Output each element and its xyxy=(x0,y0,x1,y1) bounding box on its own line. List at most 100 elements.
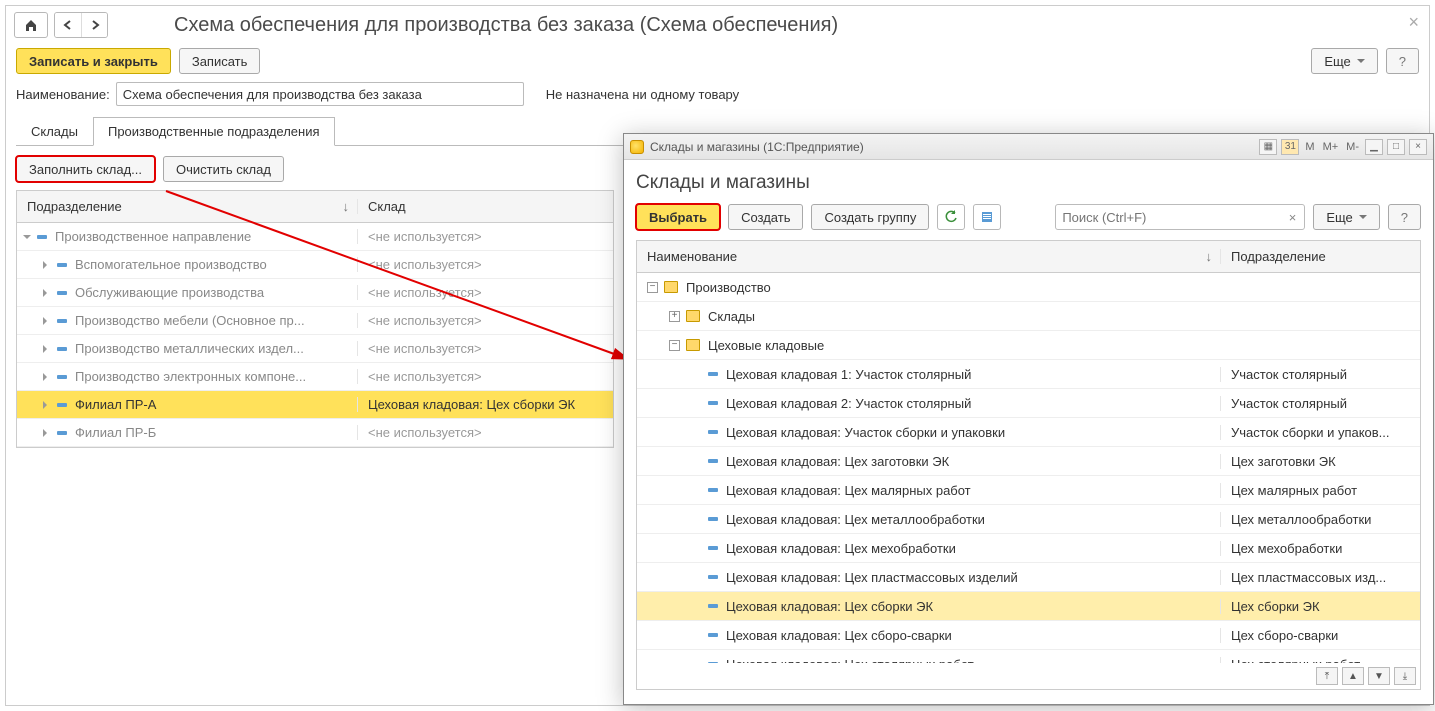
tree-row-label: Филиал ПР-Б xyxy=(75,425,156,440)
nav-back-button[interactable] xyxy=(55,13,81,37)
col-dept-header[interactable]: Подразделение xyxy=(27,199,122,214)
node-icon xyxy=(57,375,67,379)
name-input[interactable]: Схема обеспечения для производства без з… xyxy=(116,82,524,106)
help-button[interactable] xyxy=(1386,48,1419,74)
calc-icon[interactable]: ▦ xyxy=(1259,139,1277,155)
list-row[interactable]: Цеховая кладовая: Цех мехобработки Цех ме… xyxy=(637,534,1420,563)
popup-sort-icon[interactable]: ↓ xyxy=(1206,249,1213,264)
list-row[interactable]: Цеховая кладовая: Цех заготовки ЭКЦех за… xyxy=(637,447,1420,476)
tree-row[interactable]: Производство металлических издел...<не и… xyxy=(17,335,613,363)
minimize-icon[interactable]: ▁ xyxy=(1365,139,1383,155)
close-icon[interactable]: × xyxy=(1408,12,1419,33)
tree-row[interactable]: Филиал ПР-Б<не используется> xyxy=(17,419,613,447)
sort-indicator-icon[interactable]: ↓ xyxy=(343,199,350,214)
mem-mplus[interactable]: M+ xyxy=(1321,141,1341,153)
list-row[interactable]: Цеховая кладовая: Цех сборки ЭКЦех сборк… xyxy=(637,592,1420,621)
tree-row[interactable]: Вспомогательное производство <не использу… xyxy=(17,251,613,279)
calendar-icon[interactable]: 31 xyxy=(1281,139,1299,155)
name-label: Наименование: xyxy=(16,87,110,102)
fill-warehouse-button[interactable]: Заполнить склад... xyxy=(16,156,155,182)
row-name: Цеховая кладовая: Цех малярных работ xyxy=(726,483,971,498)
folder-icon xyxy=(664,281,678,293)
popup-close-icon[interactable]: × xyxy=(1409,139,1427,155)
popup-window-title: Склады и магазины (1С:Предприятие) xyxy=(650,140,864,154)
scroll-top-icon[interactable]: ⤒ xyxy=(1316,667,1338,685)
mem-mminus[interactable]: M- xyxy=(1344,141,1361,153)
list-row[interactable]: Цеховая кладовая: Цех малярных работЦех … xyxy=(637,476,1420,505)
expand-icon[interactable] xyxy=(43,289,51,297)
col-wh-header[interactable]: Склад xyxy=(368,199,406,214)
maximize-icon[interactable]: □ xyxy=(1387,139,1405,155)
scroll-bottom-icon[interactable]: ⤓ xyxy=(1394,667,1416,685)
create-group-button[interactable]: Создать группу xyxy=(811,204,929,230)
collapse-icon[interactable] xyxy=(23,235,31,243)
scroll-up-icon[interactable]: ▲ xyxy=(1342,667,1364,685)
more-button[interactable]: Еще xyxy=(1311,48,1377,74)
list-row[interactable]: Цеховая кладовая: Цех сборо-сваркиЦех сб… xyxy=(637,621,1420,650)
list-row[interactable]: − Цеховые кладовые xyxy=(637,331,1420,360)
collapse-icon[interactable]: − xyxy=(669,340,680,351)
row-dept: Участок столярный xyxy=(1220,367,1420,382)
tree-row[interactable]: Производство электронных компоне...<не и… xyxy=(17,363,613,391)
tree-row-label: Вспомогательное производство xyxy=(75,257,267,272)
list-row[interactable]: Цеховая кладовая 1: Участок столярный Уча… xyxy=(637,360,1420,389)
dept-tree-table: Подразделение ↓ Склад Производственное н… xyxy=(16,190,614,448)
row-name: Цеховые кладовые xyxy=(708,338,824,353)
clear-warehouse-button[interactable]: Очистить склад xyxy=(163,156,284,182)
collapse-icon[interactable]: − xyxy=(647,282,658,293)
popup-titlebar[interactable]: Склады и магазины (1С:Предприятие) ▦ 31 … xyxy=(624,134,1433,160)
expand-icon[interactable]: + xyxy=(669,311,680,322)
node-icon xyxy=(37,235,47,239)
popup-col-name[interactable]: Наименование xyxy=(647,249,737,264)
home-button[interactable] xyxy=(14,12,48,38)
list-row[interactable]: Цеховая кладовая: Участок сборки и упако… xyxy=(637,418,1420,447)
tree-row[interactable]: Обслуживающие производства<не использует… xyxy=(17,279,613,307)
list-row[interactable]: Цеховая кладовая: Цех пластмассовых изде… xyxy=(637,563,1420,592)
list-row[interactable]: Цеховая кладовая: Цех металлообработкиЦе… xyxy=(637,505,1420,534)
refresh-icon[interactable] xyxy=(937,204,965,230)
node-icon xyxy=(57,319,67,323)
select-button[interactable]: Выбрать xyxy=(636,204,720,230)
nav-forward-button[interactable] xyxy=(81,13,107,37)
tree-row-warehouse: <не используется> xyxy=(357,257,613,272)
list-row[interactable]: +Склады xyxy=(637,302,1420,331)
expand-icon[interactable] xyxy=(43,373,51,381)
row-name: Цеховая кладовая 2: Участок столярный xyxy=(726,396,971,411)
scroll-down-icon[interactable]: ▼ xyxy=(1368,667,1390,685)
item-icon xyxy=(708,459,718,463)
popup-help-button[interactable] xyxy=(1388,204,1421,230)
expand-icon[interactable] xyxy=(43,429,51,437)
list-row[interactable]: Цеховая кладовая: Цех столярных работЦех… xyxy=(637,650,1420,663)
item-icon xyxy=(708,604,718,608)
tree-row[interactable]: Производство мебели (Основное пр...<не и… xyxy=(17,307,613,335)
create-button[interactable]: Создать xyxy=(728,204,803,230)
row-dept: Цех мехобработки xyxy=(1220,541,1420,556)
row-name: Цеховая кладовая: Цех пластмассовых изде… xyxy=(726,570,1018,585)
popup-more-button[interactable]: Еще xyxy=(1313,204,1379,230)
search-clear-icon[interactable]: × xyxy=(1285,210,1301,225)
tab-warehouses[interactable]: Склады xyxy=(16,117,93,146)
row-name: Цеховая кладовая: Цех мехобработки xyxy=(726,541,956,556)
expand-icon[interactable] xyxy=(43,317,51,325)
list-row[interactable]: Цеховая кладовая 2: Участок столярный Уча… xyxy=(637,389,1420,418)
search-input[interactable]: × xyxy=(1055,204,1305,230)
mem-m[interactable]: M xyxy=(1303,141,1316,153)
row-name: Цеховая кладовая 1: Участок столярный xyxy=(726,367,971,382)
expand-icon[interactable] xyxy=(43,261,51,269)
save-close-button[interactable]: Записать и закрыть xyxy=(16,48,171,74)
tab-departments[interactable]: Производственные подразделения xyxy=(93,117,335,146)
tree-row[interactable]: Филиал ПР-АЦеховая кладовая: Цех сборки … xyxy=(17,391,613,419)
list-row[interactable]: −Производство xyxy=(637,273,1420,302)
tree-row[interactable]: Производственное направление<не использу… xyxy=(17,223,613,251)
item-icon xyxy=(708,633,718,637)
list-mode-icon[interactable] xyxy=(973,204,1001,230)
expand-icon[interactable] xyxy=(43,401,51,409)
popup-table: Наименование ↓ Подразделение −Производст… xyxy=(636,240,1421,690)
save-button[interactable]: Записать xyxy=(179,48,261,74)
row-dept: Участок столярный xyxy=(1220,396,1420,411)
folder-icon xyxy=(686,310,700,322)
expand-icon[interactable] xyxy=(43,345,51,353)
popup-col-dept[interactable]: Подразделение xyxy=(1231,249,1326,264)
search-field[interactable] xyxy=(1060,209,1284,226)
tree-row-warehouse: <не используется> xyxy=(357,369,613,384)
